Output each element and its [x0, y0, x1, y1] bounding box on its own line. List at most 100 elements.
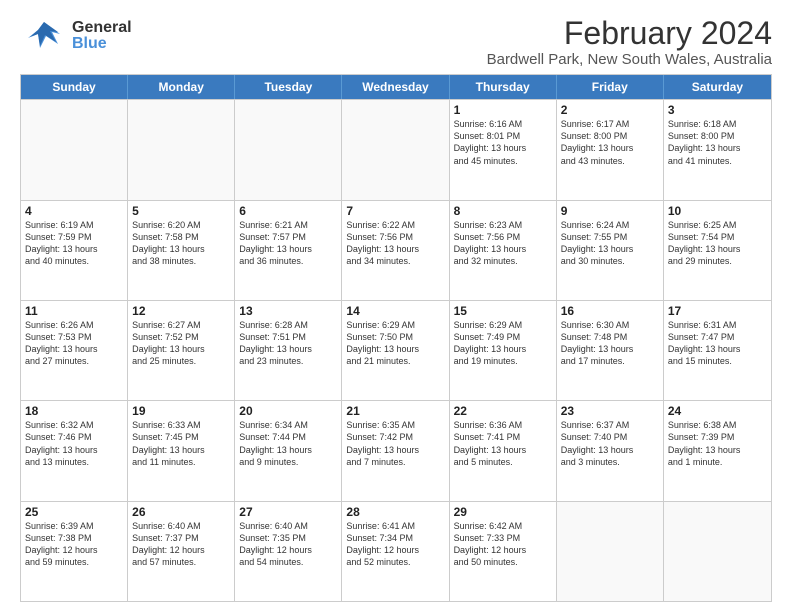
calendar-cell: 25Sunrise: 6:39 AM Sunset: 7:38 PM Dayli… [21, 502, 128, 601]
cell-day-number: 6 [239, 204, 337, 218]
cell-info: Sunrise: 6:34 AM Sunset: 7:44 PM Dayligh… [239, 419, 337, 468]
calendar-cell: 13Sunrise: 6:28 AM Sunset: 7:51 PM Dayli… [235, 301, 342, 400]
calendar-cell: 17Sunrise: 6:31 AM Sunset: 7:47 PM Dayli… [664, 301, 771, 400]
header: General Blue February 2024 Bardwell Park… [20, 16, 772, 68]
cell-day-number: 9 [561, 204, 659, 218]
header-day-tuesday: Tuesday [235, 75, 342, 99]
calendar-cell: 1Sunrise: 6:16 AM Sunset: 8:01 PM Daylig… [450, 100, 557, 199]
cell-info: Sunrise: 6:26 AM Sunset: 7:53 PM Dayligh… [25, 319, 123, 368]
cell-info: Sunrise: 6:20 AM Sunset: 7:58 PM Dayligh… [132, 219, 230, 268]
calendar-cell: 10Sunrise: 6:25 AM Sunset: 7:54 PM Dayli… [664, 201, 771, 300]
cell-info: Sunrise: 6:41 AM Sunset: 7:34 PM Dayligh… [346, 520, 444, 569]
calendar-cell: 4Sunrise: 6:19 AM Sunset: 7:59 PM Daylig… [21, 201, 128, 300]
cell-day-number: 13 [239, 304, 337, 318]
cell-info: Sunrise: 6:24 AM Sunset: 7:55 PM Dayligh… [561, 219, 659, 268]
calendar-cell: 9Sunrise: 6:24 AM Sunset: 7:55 PM Daylig… [557, 201, 664, 300]
calendar-week-5: 25Sunrise: 6:39 AM Sunset: 7:38 PM Dayli… [21, 501, 771, 601]
cell-day-number: 27 [239, 505, 337, 519]
cell-info: Sunrise: 6:18 AM Sunset: 8:00 PM Dayligh… [668, 118, 767, 167]
calendar-header-row: SundayMondayTuesdayWednesdayThursdayFrid… [21, 75, 771, 99]
calendar-cell [557, 502, 664, 601]
main-title: February 2024 [487, 16, 772, 51]
cell-info: Sunrise: 6:27 AM Sunset: 7:52 PM Dayligh… [132, 319, 230, 368]
calendar-cell: 27Sunrise: 6:40 AM Sunset: 7:35 PM Dayli… [235, 502, 342, 601]
cell-day-number: 15 [454, 304, 552, 318]
calendar-cell: 29Sunrise: 6:42 AM Sunset: 7:33 PM Dayli… [450, 502, 557, 601]
calendar-cell: 20Sunrise: 6:34 AM Sunset: 7:44 PM Dayli… [235, 401, 342, 500]
calendar-week-1: 1Sunrise: 6:16 AM Sunset: 8:01 PM Daylig… [21, 99, 771, 199]
cell-day-number: 28 [346, 505, 444, 519]
cell-info: Sunrise: 6:29 AM Sunset: 7:50 PM Dayligh… [346, 319, 444, 368]
cell-info: Sunrise: 6:31 AM Sunset: 7:47 PM Dayligh… [668, 319, 767, 368]
cell-info: Sunrise: 6:28 AM Sunset: 7:51 PM Dayligh… [239, 319, 337, 368]
calendar-cell [235, 100, 342, 199]
calendar-week-2: 4Sunrise: 6:19 AM Sunset: 7:59 PM Daylig… [21, 200, 771, 300]
cell-day-number: 19 [132, 404, 230, 418]
cell-day-number: 8 [454, 204, 552, 218]
calendar-week-4: 18Sunrise: 6:32 AM Sunset: 7:46 PM Dayli… [21, 400, 771, 500]
cell-info: Sunrise: 6:40 AM Sunset: 7:35 PM Dayligh… [239, 520, 337, 569]
calendar-cell: 8Sunrise: 6:23 AM Sunset: 7:56 PM Daylig… [450, 201, 557, 300]
calendar-cell: 23Sunrise: 6:37 AM Sunset: 7:40 PM Dayli… [557, 401, 664, 500]
calendar-cell: 15Sunrise: 6:29 AM Sunset: 7:49 PM Dayli… [450, 301, 557, 400]
calendar-cell: 19Sunrise: 6:33 AM Sunset: 7:45 PM Dayli… [128, 401, 235, 500]
header-day-thursday: Thursday [450, 75, 557, 99]
cell-info: Sunrise: 6:38 AM Sunset: 7:39 PM Dayligh… [668, 419, 767, 468]
cell-day-number: 3 [668, 103, 767, 117]
cell-day-number: 2 [561, 103, 659, 117]
cell-day-number: 26 [132, 505, 230, 519]
calendar-cell [664, 502, 771, 601]
header-day-saturday: Saturday [664, 75, 771, 99]
cell-info: Sunrise: 6:32 AM Sunset: 7:46 PM Dayligh… [25, 419, 123, 468]
cell-day-number: 7 [346, 204, 444, 218]
cell-day-number: 4 [25, 204, 123, 218]
calendar-cell: 6Sunrise: 6:21 AM Sunset: 7:57 PM Daylig… [235, 201, 342, 300]
calendar-cell: 14Sunrise: 6:29 AM Sunset: 7:50 PM Dayli… [342, 301, 449, 400]
logo-blue-text: Blue [72, 36, 132, 52]
cell-info: Sunrise: 6:17 AM Sunset: 8:00 PM Dayligh… [561, 118, 659, 167]
calendar-cell [21, 100, 128, 199]
calendar: SundayMondayTuesdayWednesdayThursdayFrid… [20, 74, 772, 602]
cell-day-number: 25 [25, 505, 123, 519]
logo-label: General Blue [72, 20, 132, 52]
sub-title: Bardwell Park, New South Wales, Australi… [487, 51, 772, 68]
calendar-cell: 3Sunrise: 6:18 AM Sunset: 8:00 PM Daylig… [664, 100, 771, 199]
cell-day-number: 22 [454, 404, 552, 418]
cell-day-number: 21 [346, 404, 444, 418]
calendar-page: General Blue February 2024 Bardwell Park… [0, 0, 792, 612]
cell-day-number: 24 [668, 404, 767, 418]
calendar-cell [342, 100, 449, 199]
cell-info: Sunrise: 6:23 AM Sunset: 7:56 PM Dayligh… [454, 219, 552, 268]
cell-info: Sunrise: 6:37 AM Sunset: 7:40 PM Dayligh… [561, 419, 659, 468]
logo: General Blue [20, 16, 132, 56]
cell-day-number: 18 [25, 404, 123, 418]
cell-day-number: 16 [561, 304, 659, 318]
cell-day-number: 20 [239, 404, 337, 418]
calendar-cell [128, 100, 235, 199]
cell-day-number: 14 [346, 304, 444, 318]
cell-day-number: 29 [454, 505, 552, 519]
cell-day-number: 1 [454, 103, 552, 117]
calendar-cell: 16Sunrise: 6:30 AM Sunset: 7:48 PM Dayli… [557, 301, 664, 400]
cell-info: Sunrise: 6:33 AM Sunset: 7:45 PM Dayligh… [132, 419, 230, 468]
cell-info: Sunrise: 6:19 AM Sunset: 7:59 PM Dayligh… [25, 219, 123, 268]
header-day-sunday: Sunday [21, 75, 128, 99]
calendar-cell: 11Sunrise: 6:26 AM Sunset: 7:53 PM Dayli… [21, 301, 128, 400]
cell-day-number: 10 [668, 204, 767, 218]
calendar-cell: 7Sunrise: 6:22 AM Sunset: 7:56 PM Daylig… [342, 201, 449, 300]
header-day-monday: Monday [128, 75, 235, 99]
calendar-cell: 5Sunrise: 6:20 AM Sunset: 7:58 PM Daylig… [128, 201, 235, 300]
header-day-wednesday: Wednesday [342, 75, 449, 99]
calendar-cell: 28Sunrise: 6:41 AM Sunset: 7:34 PM Dayli… [342, 502, 449, 601]
calendar-week-3: 11Sunrise: 6:26 AM Sunset: 7:53 PM Dayli… [21, 300, 771, 400]
calendar-cell: 2Sunrise: 6:17 AM Sunset: 8:00 PM Daylig… [557, 100, 664, 199]
header-day-friday: Friday [557, 75, 664, 99]
calendar-cell: 22Sunrise: 6:36 AM Sunset: 7:41 PM Dayli… [450, 401, 557, 500]
cell-info: Sunrise: 6:21 AM Sunset: 7:57 PM Dayligh… [239, 219, 337, 268]
cell-day-number: 5 [132, 204, 230, 218]
cell-info: Sunrise: 6:25 AM Sunset: 7:54 PM Dayligh… [668, 219, 767, 268]
cell-info: Sunrise: 6:36 AM Sunset: 7:41 PM Dayligh… [454, 419, 552, 468]
calendar-cell: 26Sunrise: 6:40 AM Sunset: 7:37 PM Dayli… [128, 502, 235, 601]
cell-info: Sunrise: 6:16 AM Sunset: 8:01 PM Dayligh… [454, 118, 552, 167]
calendar-body: 1Sunrise: 6:16 AM Sunset: 8:01 PM Daylig… [21, 99, 771, 601]
